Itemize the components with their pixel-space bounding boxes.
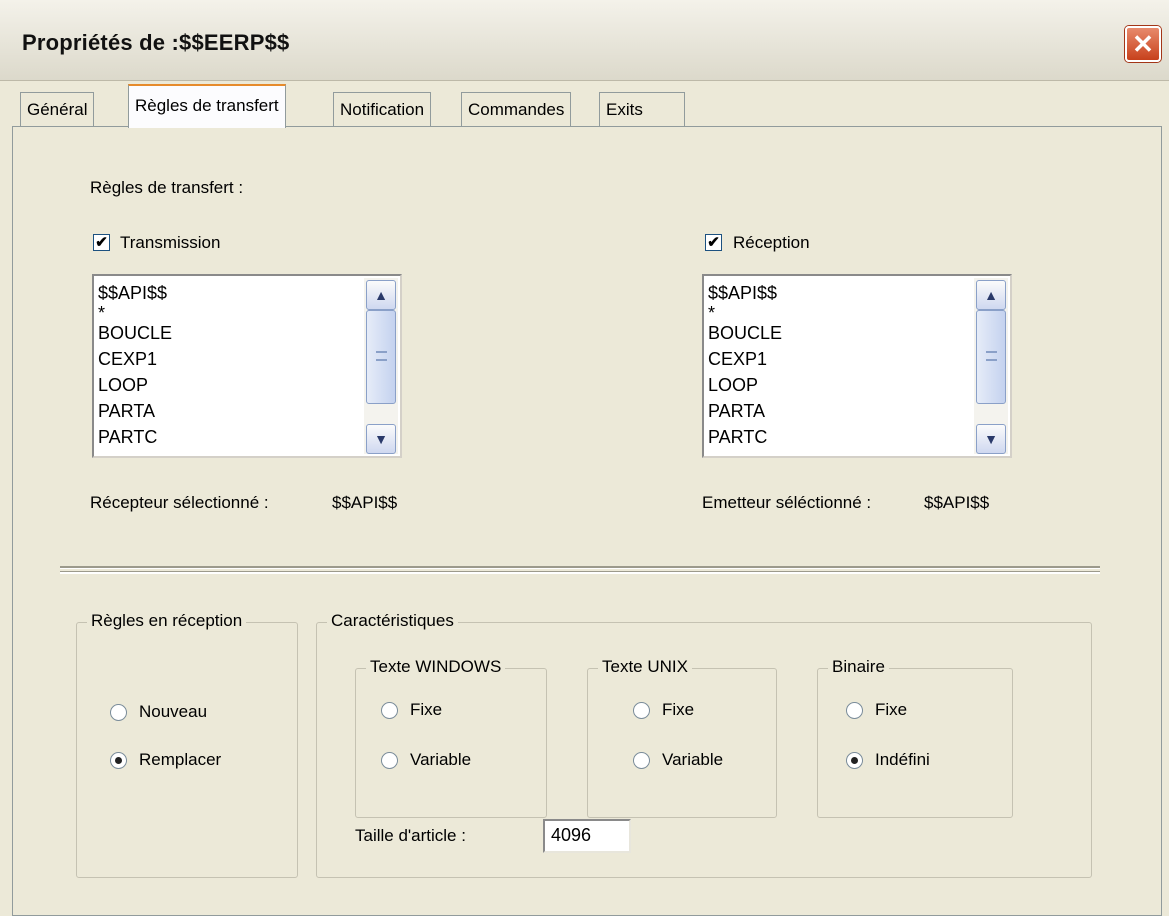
tab-notification[interactable]: Notification	[333, 92, 432, 126]
list-item[interactable]: PARTC	[98, 424, 172, 450]
grip-icon	[986, 351, 997, 361]
unix-variable-label: Variable	[662, 750, 724, 769]
scroll-down-button[interactable]: ▼	[976, 424, 1006, 454]
list-item[interactable]: PARTC	[708, 424, 782, 450]
characteristics-group: Caractéristiques Texte WINDOWS Fixe Vari…	[316, 611, 1092, 878]
scroll-up-button[interactable]: ▲	[366, 280, 396, 310]
transmission-checkbox[interactable]: ✔	[93, 234, 110, 251]
selected-sender-value: $$API$$	[924, 493, 990, 512]
chevron-up-icon: ▲	[374, 287, 388, 303]
radio-nouveau[interactable]	[110, 704, 127, 721]
transmission-listbox[interactable]: $$API$$ * BOUCLE CEXP1 LOOP PARTA PARTC …	[92, 274, 402, 458]
radio-unix-fixe[interactable]	[633, 702, 650, 719]
radio-windows-variable[interactable]	[381, 752, 398, 769]
binary-fixe-label: Fixe	[875, 700, 908, 719]
chevron-down-icon: ▼	[374, 431, 388, 447]
reception-rules-legend: Règles en réception	[87, 611, 247, 631]
tab-exits[interactable]: Exits	[599, 92, 685, 126]
list-item[interactable]: CEXP1	[708, 346, 782, 372]
radio-unix-variable[interactable]	[633, 752, 650, 769]
grip-icon	[376, 351, 387, 361]
list-item[interactable]: CEXP1	[98, 346, 172, 372]
close-icon: ✕	[1132, 29, 1154, 59]
radio-binary-fixe[interactable]	[846, 702, 863, 719]
list-item[interactable]: PARTA	[708, 398, 782, 424]
unix-fixe-label: Fixe	[662, 700, 695, 719]
list-item[interactable]: *	[708, 304, 782, 322]
nouveau-label: Nouveau	[139, 702, 208, 721]
title-bar: Propriétés de :$$EERP$$ ✕	[0, 0, 1169, 81]
tab-label: Général	[27, 100, 88, 119]
scroll-up-button[interactable]: ▲	[976, 280, 1006, 310]
window-title: Propriétés de :$$EERP$$	[22, 30, 290, 55]
reception-scrollbar[interactable]: ▲ ▼	[974, 278, 1008, 454]
remplacer-label: Remplacer	[139, 750, 222, 769]
transfer-rules-heading: Règles de transfert :	[90, 178, 244, 197]
windows-text-legend: Texte WINDOWS	[366, 657, 506, 677]
unix-text-legend: Texte UNIX	[598, 657, 692, 677]
characteristics-legend: Caractéristiques	[327, 611, 458, 631]
list-item[interactable]: $$API$$	[708, 280, 782, 306]
reception-label: Réception	[733, 233, 810, 252]
list-item[interactable]: $$API$$	[98, 280, 172, 306]
scroll-thumb[interactable]	[976, 310, 1006, 404]
separator	[60, 566, 1100, 574]
list-item[interactable]: PARTA	[98, 398, 172, 424]
radio-binary-indefini[interactable]	[846, 752, 863, 769]
transmission-label: Transmission	[120, 233, 221, 252]
selected-sender-label: Emetteur séléctionné :	[702, 493, 872, 512]
checkmark-icon: ✔	[95, 234, 108, 251]
selected-receiver-label: Récepteur sélectionné :	[90, 493, 269, 512]
scroll-down-button[interactable]: ▼	[366, 424, 396, 454]
binary-legend: Binaire	[828, 657, 889, 677]
list-item[interactable]: LOOP	[708, 372, 782, 398]
windows-fixe-label: Fixe	[410, 700, 443, 719]
radio-windows-fixe[interactable]	[381, 702, 398, 719]
windows-variable-label: Variable	[410, 750, 472, 769]
tab-label: Exits	[606, 100, 643, 119]
list-item[interactable]: *	[98, 304, 172, 322]
reception-checkbox[interactable]: ✔	[705, 234, 722, 251]
tab-regles-de-transfert[interactable]: Règles de transfert	[128, 84, 286, 128]
article-size-label: Taille d'article :	[355, 826, 466, 845]
reception-listbox[interactable]: $$API$$ * BOUCLE CEXP1 LOOP PARTA PARTC …	[702, 274, 1012, 458]
tab-commandes[interactable]: Commandes	[461, 92, 572, 126]
list-item[interactable]: BOUCLE	[98, 320, 172, 346]
tab-general[interactable]: Général	[20, 92, 95, 126]
radio-remplacer[interactable]	[110, 752, 127, 769]
chevron-down-icon: ▼	[984, 431, 998, 447]
unix-text-group: Texte UNIX Fixe Variable	[587, 657, 777, 818]
checkmark-icon: ✔	[707, 234, 720, 251]
list-item[interactable]: BOUCLE	[708, 320, 782, 346]
chevron-up-icon: ▲	[984, 287, 998, 303]
binary-group: Binaire Fixe Indéfini	[817, 657, 1013, 818]
tab-label: Commandes	[468, 100, 565, 119]
tab-label: Notification	[340, 100, 425, 119]
selected-receiver-value: $$API$$	[332, 493, 398, 512]
transmission-items: $$API$$ * BOUCLE CEXP1 LOOP PARTA PARTC	[98, 280, 172, 450]
transmission-scrollbar[interactable]: ▲ ▼	[364, 278, 398, 454]
scroll-thumb[interactable]	[366, 310, 396, 404]
windows-text-group: Texte WINDOWS Fixe Variable	[355, 657, 547, 818]
list-item[interactable]: LOOP	[98, 372, 172, 398]
tab-label: Règles de transfert	[135, 96, 279, 115]
article-size-input[interactable]: 4096	[543, 819, 631, 853]
reception-rules-group: Règles en réception Nouveau Remplacer	[76, 611, 298, 878]
reception-items: $$API$$ * BOUCLE CEXP1 LOOP PARTA PARTC	[708, 280, 782, 450]
close-button[interactable]: ✕	[1125, 26, 1161, 62]
binary-indefini-label: Indéfini	[875, 750, 930, 769]
